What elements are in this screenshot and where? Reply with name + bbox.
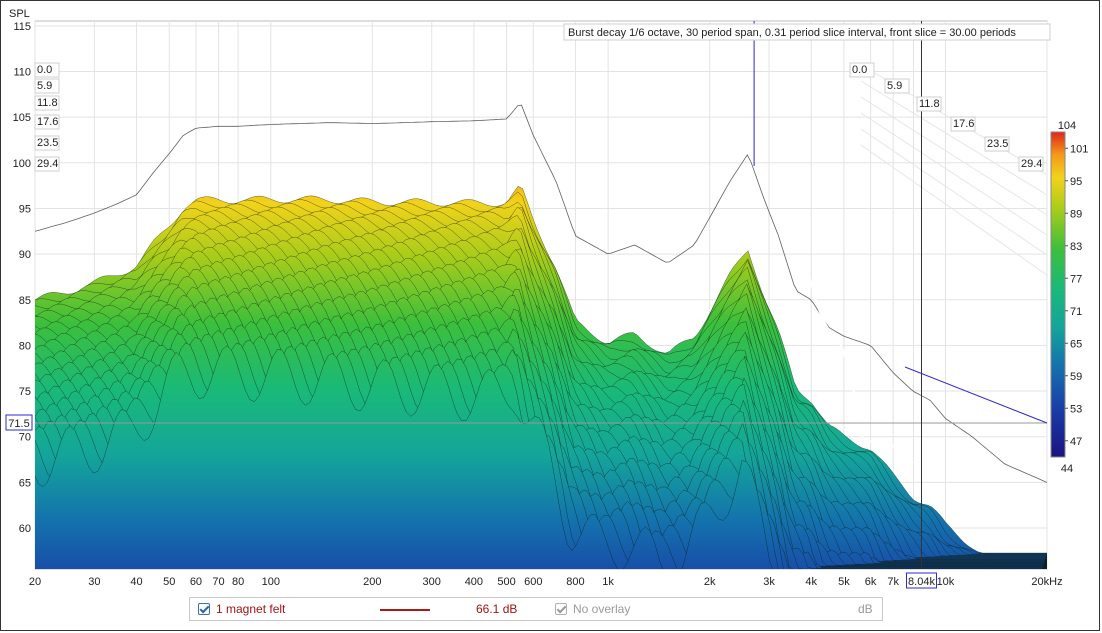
y-tick-label: 100 <box>13 158 31 170</box>
color-scale-label: 89 <box>1070 208 1082 220</box>
y-tick-label: 105 <box>13 112 31 124</box>
chart-title: Burst decay 1/6 octave, 30 period span, … <box>568 27 1016 39</box>
x-axis: 20 30 40 50 60 70 80 100 200 300 400 500 600 800 1k 2k 3… <box>29 572 1063 589</box>
x-tick-label: 6k <box>865 576 877 588</box>
x-tick-label: 1k <box>602 576 614 588</box>
color-scale-label: 77 <box>1070 273 1082 285</box>
color-scale-gradient <box>1050 131 1066 458</box>
y-tick-label: 110 <box>13 67 31 79</box>
x-tick-label: 70 <box>212 576 224 588</box>
period-label-left: 11.8 <box>37 97 58 109</box>
y-tick-label: 95 <box>19 203 31 215</box>
y-tick-label: 75 <box>19 386 31 398</box>
period-label-left: 17.6 <box>37 116 58 128</box>
x-tick-label: 80 <box>232 576 244 588</box>
x-tick-label: 800 <box>566 576 584 588</box>
y-tick-label: 70 <box>19 432 31 444</box>
x-tick-label: 500 <box>497 576 515 588</box>
x-tick-label: 7k <box>887 576 899 588</box>
overlay-label: No overlay <box>573 602 631 616</box>
measurement-color-swatch <box>380 609 430 611</box>
x-tick-label: 50 <box>163 576 175 588</box>
period-label-right: 17.6 <box>953 118 974 130</box>
x-tick-label: 100 <box>262 576 280 588</box>
y-tick-label: 115 <box>13 21 31 33</box>
color-scale-bar: 104 44 101 95 89 83 77 71 65 59 53 47 <box>1050 120 1088 475</box>
x-tick-label: 20kHz <box>1031 576 1062 588</box>
waterfall-plot[interactable]: 20 30 40 50 60 70 80 100 200 300 400 500 600 800 1k 2k 3… <box>1 1 1101 596</box>
chart-title-box: Burst decay 1/6 octave, 30 period span, … <box>563 23 1051 41</box>
y-tick-label: 60 <box>19 523 31 535</box>
x-tick-label: 5k <box>838 576 850 588</box>
color-scale-label: 101 <box>1070 143 1088 155</box>
x-tick-label: 30 <box>88 576 100 588</box>
x-tick-label: 200 <box>363 576 381 588</box>
measurement-name: 1 magnet felt <box>216 602 286 616</box>
color-scale-label: 47 <box>1070 436 1082 448</box>
x-tick-label: 400 <box>465 576 483 588</box>
color-scale-label: 71 <box>1070 306 1082 318</box>
measurement-checkbox[interactable] <box>198 603 210 615</box>
x-tick-label: 600 <box>524 576 542 588</box>
y-tick-label: 65 <box>19 477 31 489</box>
y-tick-label: 85 <box>19 295 31 307</box>
period-label-left: 0.0 <box>37 64 52 76</box>
x-tick-label: 3k <box>763 576 775 588</box>
x-tick-label: 300 <box>423 576 441 588</box>
legend-bar: 1 magnet felt 66.1 dB No overlay dB <box>189 597 883 621</box>
x-tick-label: 20 <box>29 576 41 588</box>
x-tick-label: 8.04k <box>908 576 935 588</box>
color-scale-label: 83 <box>1070 241 1082 253</box>
x-tick-label: 10k <box>937 576 955 588</box>
period-label-left: 5.9 <box>37 80 52 92</box>
cursor-level-label: 71.5 <box>8 418 29 430</box>
color-scale-label: 59 <box>1070 371 1082 383</box>
period-label-right: 23.5 <box>987 138 1008 150</box>
y-axis: 115 110 105 100 95 90 85 80 75 70 65 60 71.5 <box>5 21 33 535</box>
period-label-right: 11.8 <box>919 98 940 110</box>
period-label-right: 5.9 <box>887 80 902 92</box>
period-label-left: 29.4 <box>37 158 58 170</box>
x-tick-label: 40 <box>130 576 142 588</box>
color-scale-label: 53 <box>1070 403 1082 415</box>
x-tick-label: 2k <box>704 576 716 588</box>
color-scale-label: 65 <box>1070 338 1082 350</box>
measurement-value: 66.1 dB <box>476 602 518 616</box>
overlay-checkbox[interactable] <box>555 603 567 615</box>
graph-window: 20 30 40 50 60 70 80 100 200 300 400 500 600 800 1k 2k 3… <box>0 0 1100 631</box>
x-tick-label: 60 <box>190 576 202 588</box>
x-tick-label: 4k <box>805 576 817 588</box>
overlay-unit: dB <box>858 602 873 616</box>
color-scale-label: 95 <box>1070 176 1082 188</box>
y-tick-label: 80 <box>19 340 31 352</box>
period-label-right: 0.0 <box>852 64 867 76</box>
period-label-right: 29.4 <box>1021 158 1042 170</box>
y-axis-label: SPL <box>9 8 30 20</box>
y-tick-label: 90 <box>19 249 31 261</box>
color-scale-max: 104 <box>1058 120 1076 132</box>
color-scale-min: 44 <box>1061 463 1073 475</box>
period-label-left: 23.5 <box>37 137 58 149</box>
